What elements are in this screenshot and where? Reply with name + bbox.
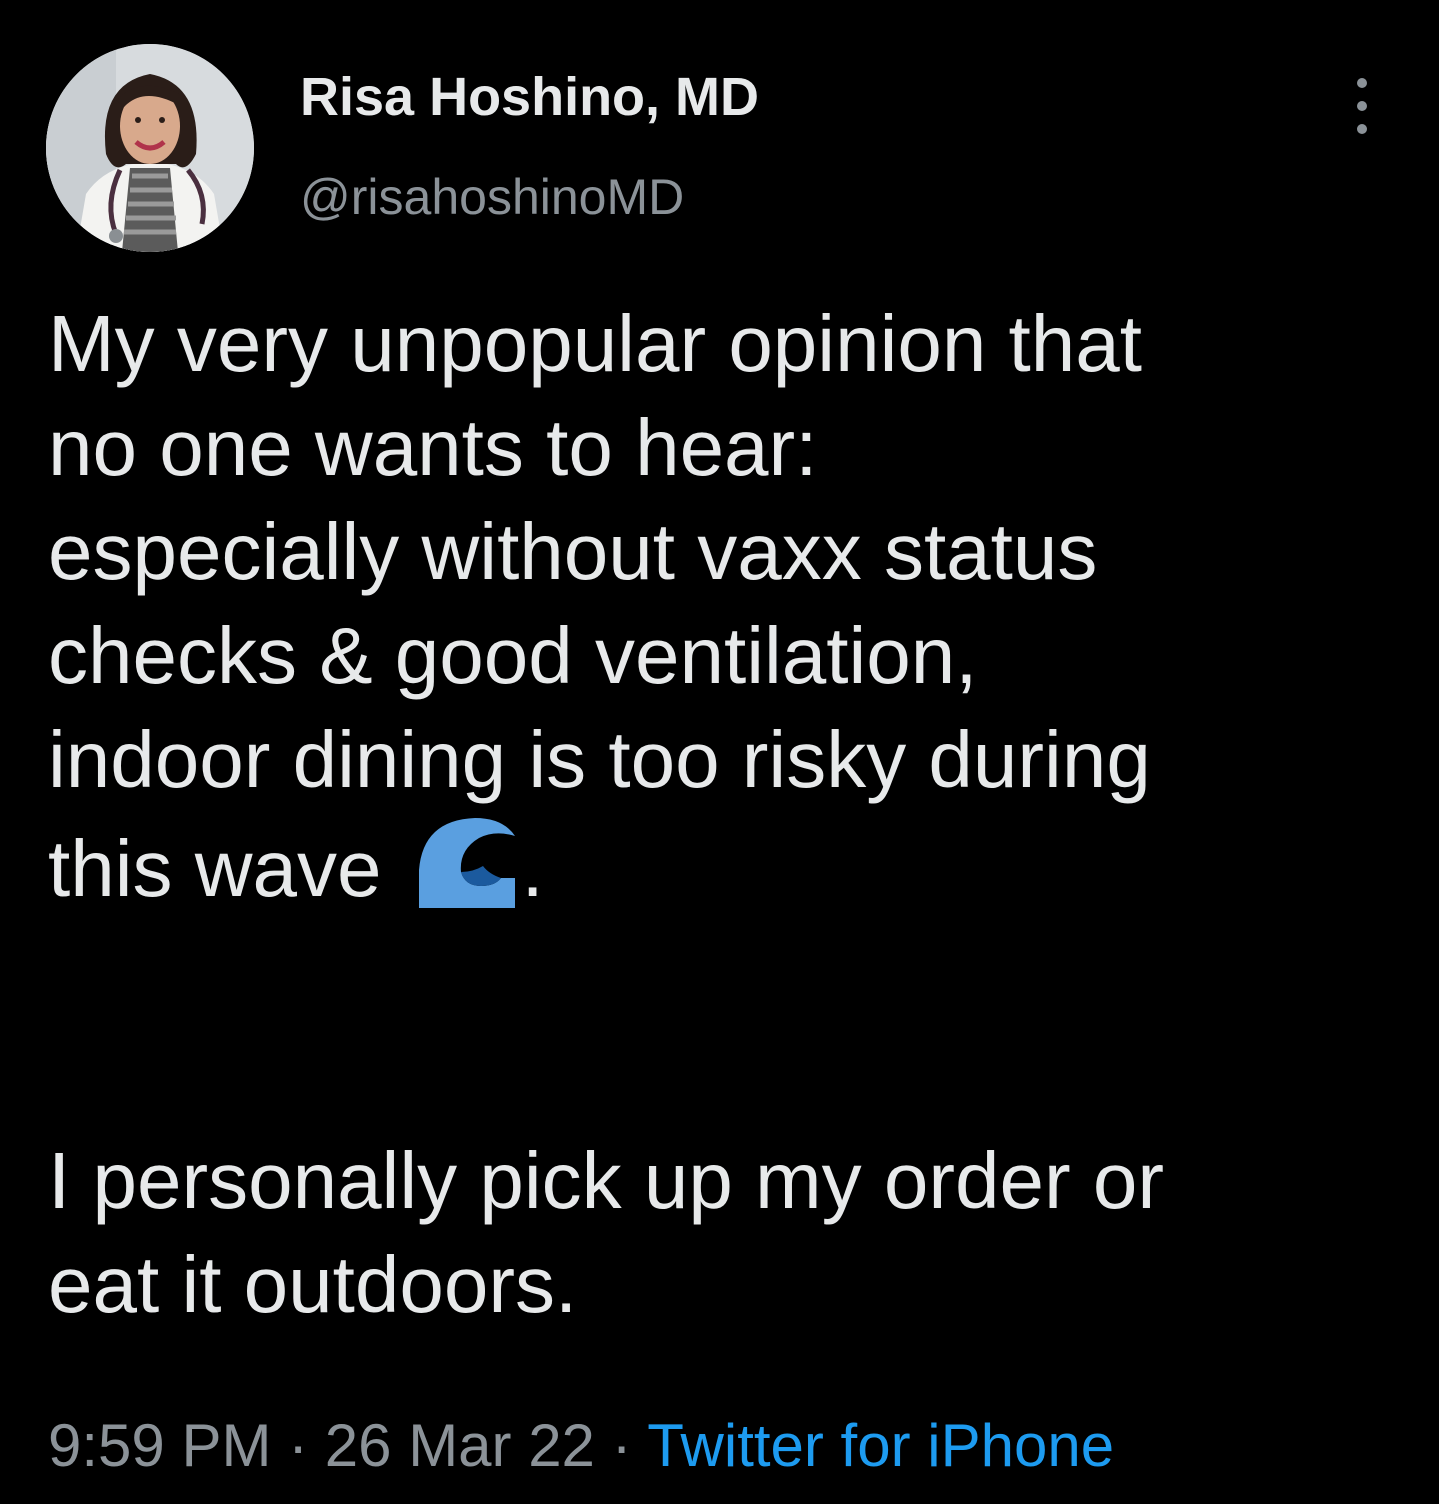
tweet-line: My very unpopular opinion that	[48, 299, 1142, 388]
tweet-source-link[interactable]: Twitter for iPhone	[647, 1412, 1114, 1479]
tweet-line: I personally pick up my order or	[48, 1136, 1165, 1225]
more-dot-icon	[1357, 78, 1367, 88]
tweet: Risa Hoshino, MD @risahoshinoMD My very …	[0, 0, 1439, 1504]
tweet-line-with-emoji: this wave .	[48, 812, 1418, 921]
water-wave-icon	[419, 818, 516, 908]
tweet-date[interactable]: 26 Mar 22	[325, 1412, 595, 1479]
tweet-line: eat it outdoors.	[48, 1240, 578, 1329]
tweet-text: My very unpopular opinion that no one wa…	[48, 292, 1418, 1337]
meta-separator: ·	[594, 1412, 648, 1479]
user-handle[interactable]: @risahoshinoMD	[300, 172, 684, 222]
tweet-line: indoor dining is too risky during	[48, 715, 1151, 804]
more-dot-icon	[1357, 124, 1367, 134]
tweet-period: .	[521, 824, 544, 913]
more-options-button[interactable]	[1340, 78, 1384, 134]
meta-separator: ·	[271, 1412, 325, 1479]
tweet-meta: 9:59 PM · 26 Mar 22 · Twitter for iPhone	[48, 1416, 1114, 1476]
tweet-line: this wave	[48, 824, 382, 913]
tweet-line: checks & good ventilation,	[48, 611, 978, 700]
avatar[interactable]	[46, 44, 254, 252]
tweet-line: especially without vaxx status	[48, 507, 1098, 596]
avatar-photo	[46, 44, 254, 252]
more-dot-icon	[1357, 101, 1367, 111]
tweet-time[interactable]: 9:59 PM	[48, 1412, 271, 1479]
display-name[interactable]: Risa Hoshino, MD	[300, 70, 759, 124]
tweet-line: no one wants to hear:	[48, 403, 818, 492]
